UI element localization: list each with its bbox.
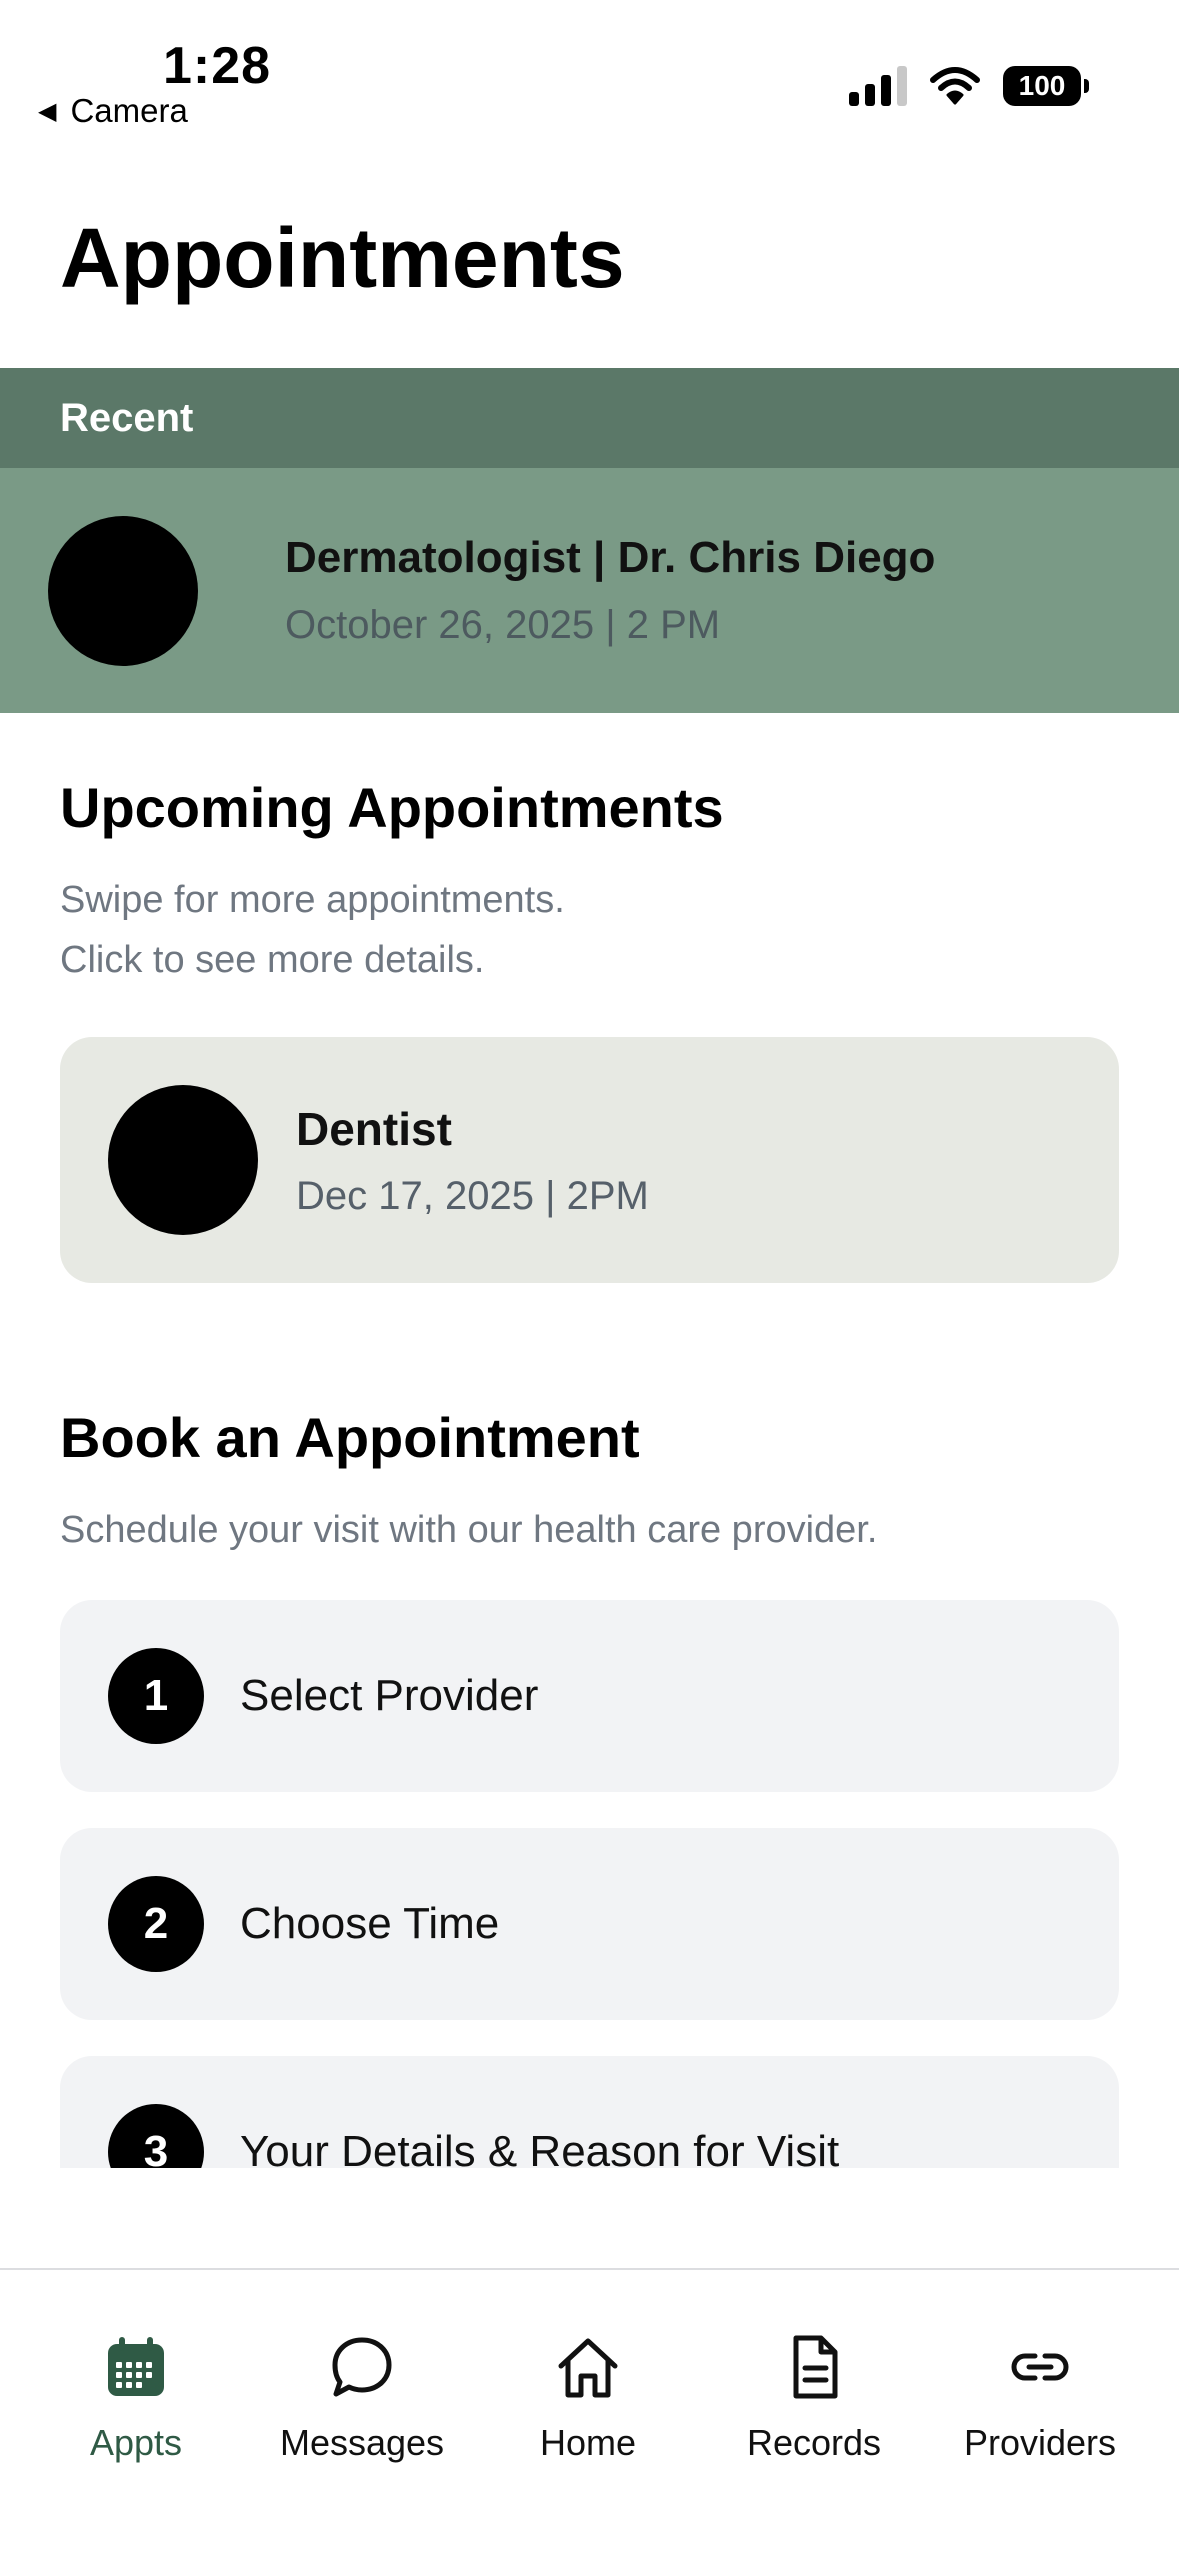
link-icon [1011, 2353, 1069, 2381]
step-label: Choose Time [240, 1899, 500, 1948]
battery-icon: 100 [1003, 66, 1089, 106]
page-title: Appointments [60, 211, 625, 305]
tab-label: Home [539, 2422, 637, 2463]
upcoming-section-title: Upcoming Appointments [60, 776, 724, 839]
book-section-subtitle: Schedule your visit with our health care… [60, 1509, 878, 1551]
booking-steps-list: 1 Select Provider 2 Choose Time 3 Your D… [0, 1600, 1179, 2168]
book-section-title: Book an Appointment [60, 1406, 640, 1469]
step-number-badge: 3 [108, 2104, 204, 2168]
step-number-badge: 1 [108, 1648, 204, 1744]
recent-appointment-datetime: October 26, 2025 | 2 PM [285, 603, 721, 647]
calendar-icon [108, 2337, 164, 2396]
chat-bubble-icon [332, 2337, 392, 2397]
back-to-camera-button[interactable]: ◀ Camera [38, 92, 188, 130]
step-number-badge: 2 [108, 1876, 204, 1972]
appointments-screen: 1:28 ◀ Camera 100 Appointments Recent De… [0, 0, 1179, 2556]
step-choose-time[interactable]: 2 Choose Time [60, 1828, 1119, 2020]
recent-appointment-title: Dermatologist | Dr. Chris Diego [285, 533, 936, 582]
tab-label: Messages [279, 2422, 445, 2463]
upcoming-appointment-title: Dentist [296, 1102, 452, 1155]
step-label: Select Provider [240, 1671, 539, 1720]
step-details-reason[interactable]: 3 Your Details & Reason for Visit [60, 2056, 1119, 2168]
back-triangle-icon: ◀ [38, 97, 57, 125]
upcoming-appointment-card[interactable]: Dentist Dec 17, 2025 | 2PM [60, 1037, 1119, 1283]
bottom-tab-bar: Appts Messages Home Records Providers [0, 2268, 1179, 2556]
tab-providers[interactable]: Providers [940, 2332, 1140, 2464]
recent-section-header: Recent [0, 368, 1179, 468]
wifi-icon [930, 67, 980, 105]
provider-avatar [108, 1085, 258, 1235]
recent-appointment-item[interactable]: Dermatologist | Dr. Chris Diego October … [0, 468, 1179, 713]
tab-home[interactable]: Home [488, 2332, 688, 2464]
tab-messages[interactable]: Messages [262, 2332, 462, 2464]
step-select-provider[interactable]: 1 Select Provider [60, 1600, 1119, 1792]
cellular-signal-icon [849, 66, 907, 106]
tab-label: Appts [89, 2422, 183, 2463]
battery-level: 100 [1018, 70, 1066, 101]
step-label: Your Details & Reason for Visit [240, 2127, 840, 2168]
upcoming-hint-click: Click to see more details. [60, 939, 485, 981]
tab-records[interactable]: Records [714, 2332, 914, 2464]
tab-label: Records [746, 2422, 882, 2463]
upcoming-appointment-datetime: Dec 17, 2025 | 2PM [296, 1173, 649, 1218]
tab-appts[interactable]: Appts [36, 2332, 236, 2464]
tab-label: Providers [963, 2422, 1117, 2463]
status-time: 1:28 [163, 37, 272, 95]
provider-avatar [48, 515, 198, 666]
house-icon [558, 2338, 618, 2398]
back-label: Camera [70, 92, 188, 129]
document-icon [793, 2335, 838, 2399]
status-indicators: 100 [849, 66, 1089, 106]
upcoming-hint-swipe: Swipe for more appointments. [60, 879, 565, 921]
